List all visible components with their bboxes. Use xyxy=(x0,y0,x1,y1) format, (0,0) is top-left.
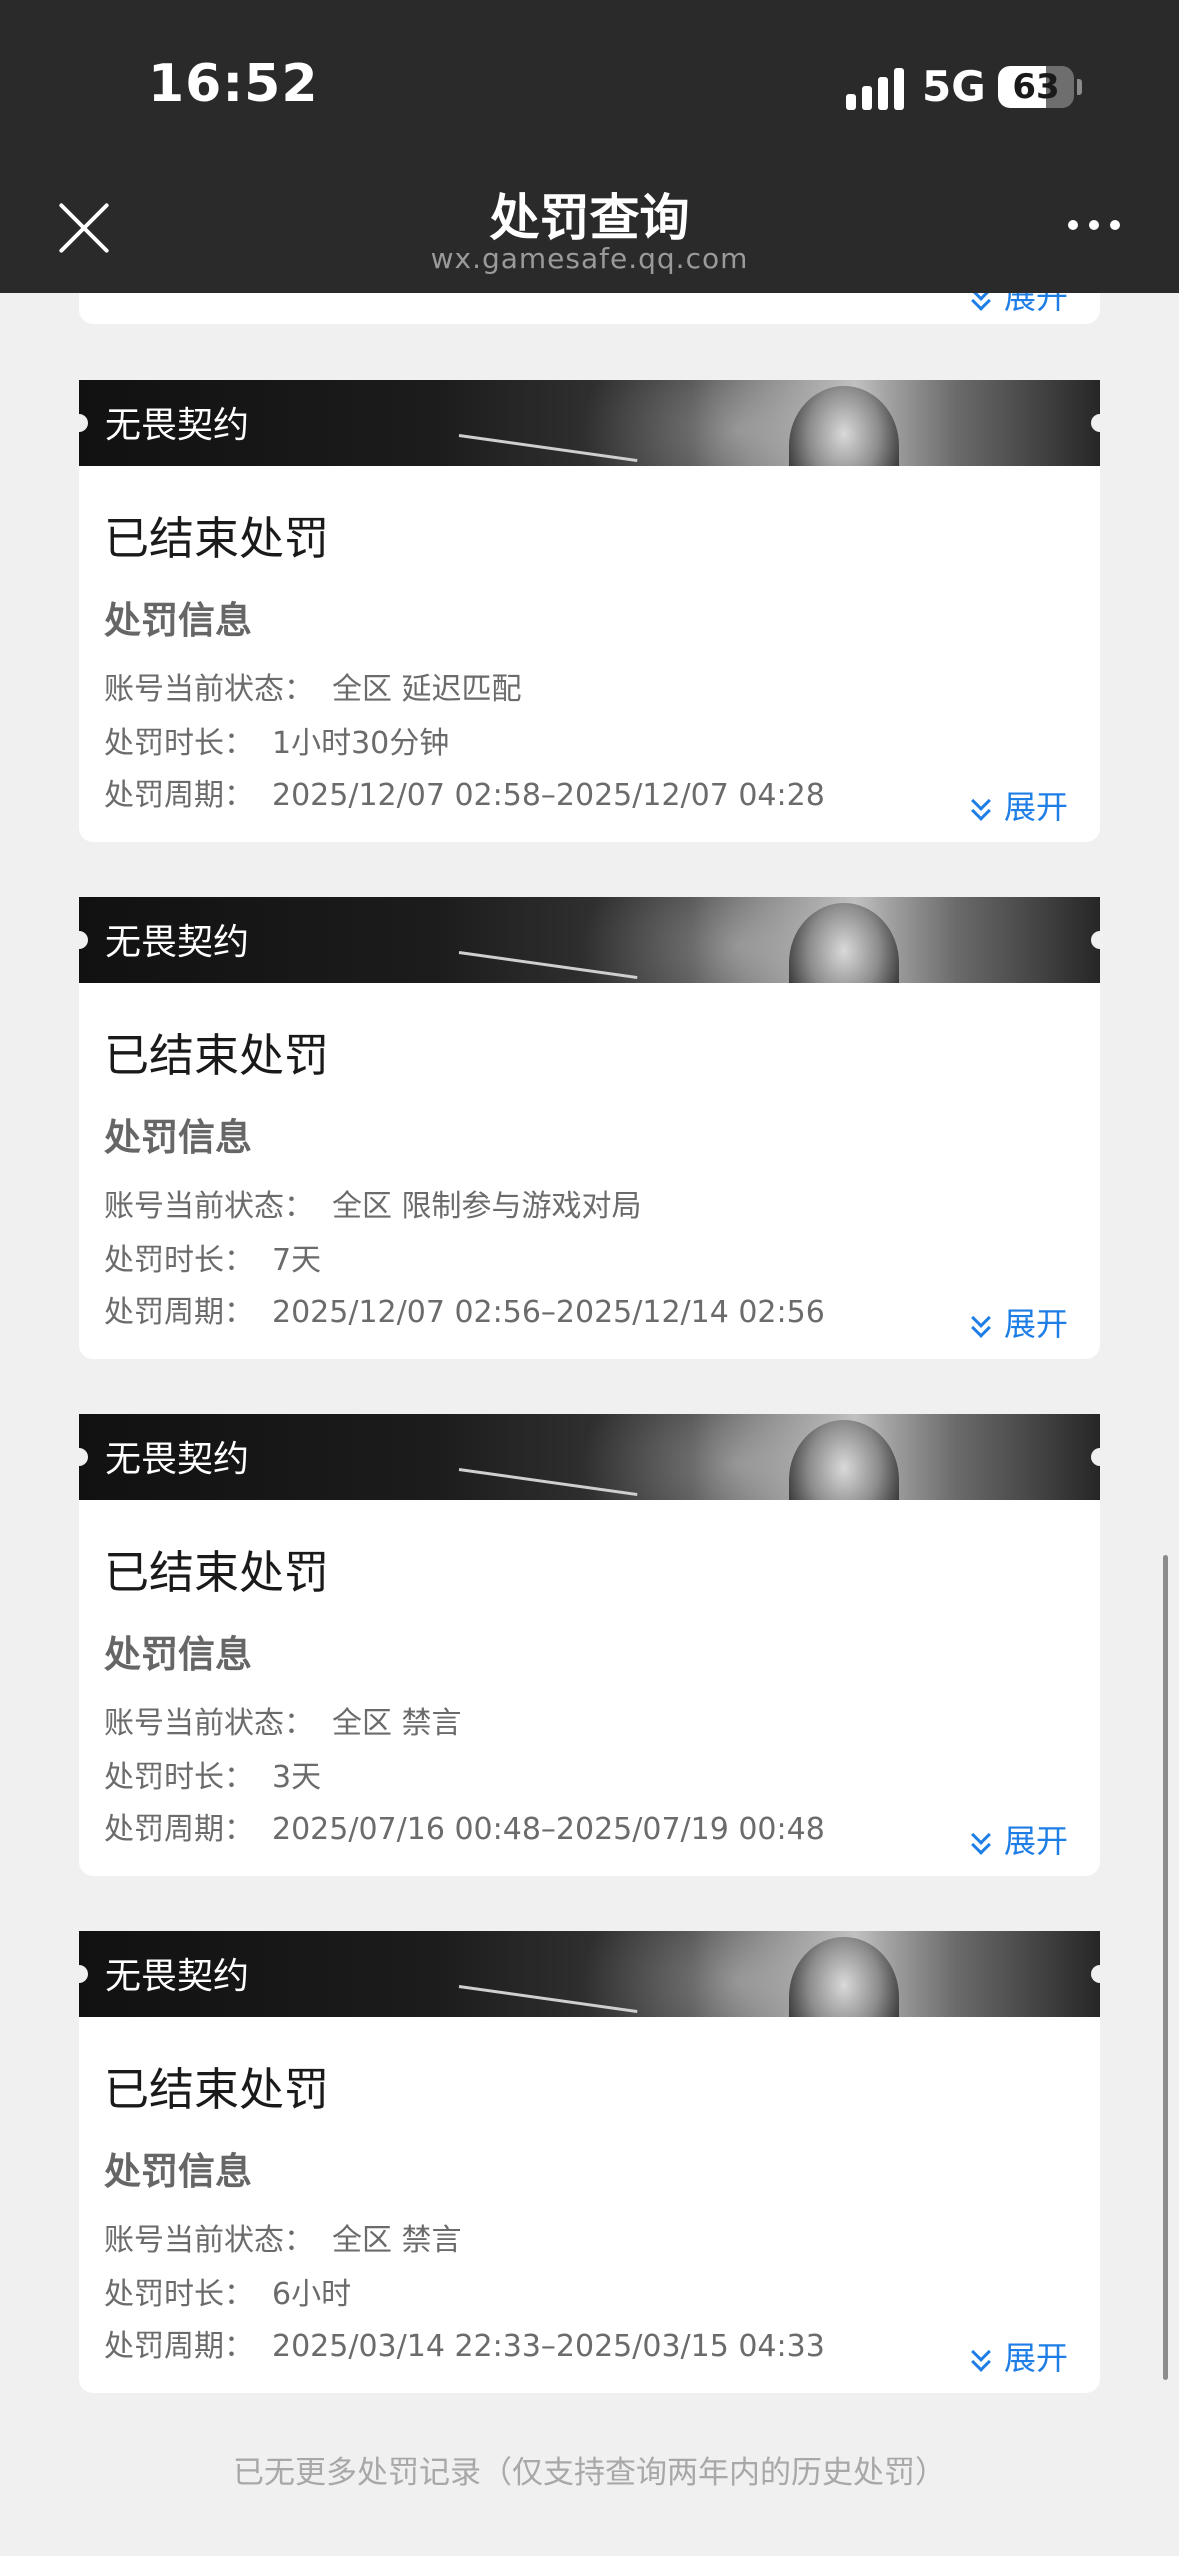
network-type: 5G xyxy=(922,62,986,111)
punishment-record-card: 无畏契约 已结束处罚 处罚信息 账号当前状态： 全区 延迟匹配 处罚时长： 1小时3… xyxy=(79,380,1100,842)
account-status-row: 账号当前状态： 全区 禁言 xyxy=(104,2223,462,2258)
end-of-list-note: 已无更多处罚记录（仅支持查询两年内的历史处罚） xyxy=(233,2455,946,2491)
expand-button[interactable]: 展开 xyxy=(970,1299,1068,1345)
period-value: 2025/03/14 22:33–2025/03/15 04:33 xyxy=(272,2329,825,2364)
expand-button[interactable]: 展开 xyxy=(970,2333,1068,2379)
account-status-row: 账号当前状态： 全区 延迟匹配 xyxy=(104,672,522,707)
game-name: 无畏契约 xyxy=(105,1956,250,1997)
game-name: 无畏契约 xyxy=(105,1439,250,1480)
duration-value: 1小时30分钟 xyxy=(272,726,450,761)
section-title: 处罚信息 xyxy=(104,1633,252,1676)
account-status-value: 全区 禁言 xyxy=(332,2223,462,2258)
battery-icon: 63 xyxy=(998,66,1074,108)
top-bar: 16:52 5G 63 处罚查询 wx.gamesafe.qq.com xyxy=(0,0,1179,293)
battery-tip xyxy=(1077,79,1082,95)
duration-value: 3天 xyxy=(272,1760,322,1795)
duration-row: 处罚时长： 6小时 xyxy=(104,2277,352,2312)
more-menu-icon[interactable] xyxy=(1062,210,1126,240)
game-banner: 无畏契约 xyxy=(79,1931,1100,2017)
duration-value: 6小时 xyxy=(272,2277,352,2312)
punishment-record-card: 无畏契约 已结束处罚 处罚信息 账号当前状态： 全区 禁言 处罚时长： 6小时 处罚… xyxy=(79,1931,1100,2393)
chevron-down-icon xyxy=(970,2342,991,2372)
record-status: 已结束处罚 xyxy=(104,512,330,565)
chevron-down-icon xyxy=(970,1825,991,1855)
expand-button[interactable]: 展开 xyxy=(970,1816,1068,1862)
account-status-row: 账号当前状态： 全区 禁言 xyxy=(104,1706,462,1741)
duration-row: 处罚时长： 7天 xyxy=(104,1243,322,1278)
game-banner: 无畏契约 xyxy=(79,1414,1100,1500)
period-value: 2025/12/07 02:58–2025/12/07 04:28 xyxy=(272,778,825,813)
punishment-record-card: 无畏契约 已结束处罚 处罚信息 账号当前状态： 全区 禁言 处罚时长： 3天 处罚周… xyxy=(79,1414,1100,1876)
section-title: 处罚信息 xyxy=(104,599,252,642)
account-status-value: 全区 延迟匹配 xyxy=(332,672,522,707)
status-time: 16:52 xyxy=(148,54,319,114)
game-name: 无畏契约 xyxy=(105,922,250,963)
period-row: 处罚周期： 2025/12/07 02:58–2025/12/07 04:28 xyxy=(104,778,825,813)
duration-row: 处罚时长： 3天 xyxy=(104,1760,322,1795)
game-banner: 无畏契约 xyxy=(79,380,1100,466)
scrollbar[interactable] xyxy=(1163,1555,1168,2380)
record-status: 已结束处罚 xyxy=(104,1546,330,1599)
chevron-down-icon xyxy=(970,791,991,821)
chevron-down-icon xyxy=(970,1308,991,1338)
duration-row: 处罚时长： 1小时30分钟 xyxy=(104,726,450,761)
page-title: 处罚查询 xyxy=(489,189,690,247)
expand-button[interactable]: 展开 xyxy=(970,782,1068,828)
record-status: 已结束处罚 xyxy=(104,2063,330,2116)
record-status: 已结束处罚 xyxy=(104,1029,330,1082)
account-status-row: 账号当前状态： 全区 限制参与游戏对局 xyxy=(104,1189,642,1224)
period-row: 处罚周期： 2025/07/16 00:48–2025/07/19 00:48 xyxy=(104,1812,825,1847)
game-banner: 无畏契约 xyxy=(79,897,1100,983)
battery-level: 63 xyxy=(1012,67,1060,107)
game-name: 无畏契约 xyxy=(105,405,250,446)
signal-icon xyxy=(846,68,906,110)
section-title: 处罚信息 xyxy=(104,2150,252,2193)
period-row: 处罚周期： 2025/12/07 02:56–2025/12/14 02:56 xyxy=(104,1295,825,1330)
period-value: 2025/12/07 02:56–2025/12/14 02:56 xyxy=(272,1295,825,1330)
account-status-value: 全区 限制参与游戏对局 xyxy=(332,1189,642,1224)
section-title: 处罚信息 xyxy=(104,1116,252,1159)
page-domain: wx.gamesafe.qq.com xyxy=(430,242,749,275)
period-value: 2025/07/16 00:48–2025/07/19 00:48 xyxy=(272,1812,825,1847)
punishment-record-card: 无畏契约 已结束处罚 处罚信息 账号当前状态： 全区 限制参与游戏对局 处罚时长：… xyxy=(79,897,1100,1359)
duration-value: 7天 xyxy=(272,1243,322,1278)
account-status-value: 全区 禁言 xyxy=(332,1706,462,1741)
period-row: 处罚周期： 2025/03/14 22:33–2025/03/15 04:33 xyxy=(104,2329,825,2364)
